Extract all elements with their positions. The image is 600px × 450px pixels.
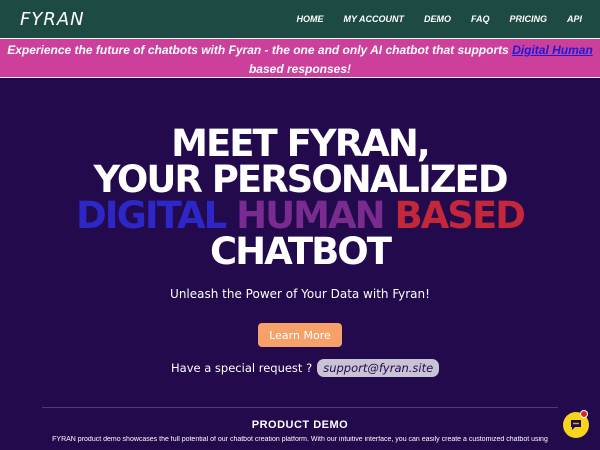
- learn-more-button[interactable]: Learn More: [258, 323, 342, 347]
- special-request-label: Have a special request ?: [171, 361, 313, 375]
- banner-text-after: based responses!: [248, 62, 352, 76]
- hero-word-digital: DIGITAL: [76, 194, 227, 237]
- nav-link-api[interactable]: API: [567, 14, 582, 24]
- banner-text-before: Experience the future of chatbots with F…: [7, 43, 513, 57]
- hero-tagline: Unleash the Power of Your Data with Fyra…: [170, 287, 430, 301]
- top-nav: FYRAN HOME MY ACCOUNT DEMO FAQ PRICING A…: [0, 0, 600, 38]
- special-request: Have a special request ? support@fyran.s…: [171, 357, 440, 379]
- nav-link-demo[interactable]: DEMO: [424, 14, 451, 24]
- notification-dot: [580, 410, 588, 418]
- nav-link-pricing[interactable]: PRICING: [509, 14, 547, 24]
- banner-highlight-link[interactable]: Digital Human: [512, 43, 593, 57]
- hero-word-based: BASED: [394, 194, 525, 237]
- product-demo-title: PRODUCT DEMO: [251, 419, 349, 431]
- chat-bubble-icon: [571, 420, 581, 430]
- hero-title-line-4: CHATBOT: [209, 230, 392, 273]
- support-email-link[interactable]: support@fyran.site: [317, 359, 440, 377]
- promo-banner: Experience the future of chatbots with F…: [0, 38, 600, 78]
- product-demo-description: FYRAN product demo showcases the full po…: [52, 436, 548, 443]
- nav-link-home[interactable]: HOME: [296, 14, 323, 24]
- logo[interactable]: FYRAN: [20, 9, 85, 30]
- nav-link-my-account[interactable]: MY ACCOUNT: [343, 14, 404, 24]
- nav-link-faq[interactable]: FAQ: [471, 14, 490, 24]
- section-divider: [42, 407, 558, 408]
- nav-links: HOME MY ACCOUNT DEMO FAQ PRICING API: [276, 14, 582, 24]
